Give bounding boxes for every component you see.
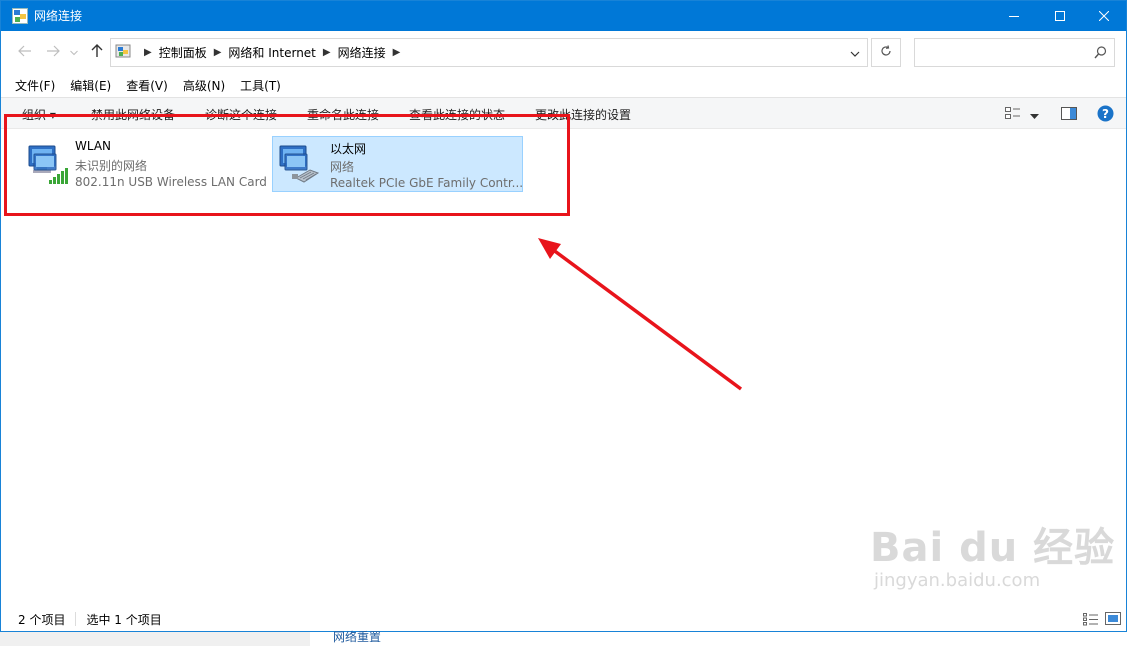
menu-advanced[interactable]: 高级(N) bbox=[179, 77, 229, 94]
maximize-icon bbox=[1055, 11, 1065, 21]
navigation-row: ▶ 控制面板 ▶ 网络和 Internet ▶ 网络连接 ▶ bbox=[1, 31, 1126, 73]
view-options-icon[interactable] bbox=[1005, 107, 1021, 124]
svg-text:?: ? bbox=[1102, 107, 1109, 121]
network-reset-link[interactable]: 网络重置 bbox=[333, 628, 381, 645]
refresh-icon bbox=[880, 45, 892, 60]
search-input[interactable] bbox=[914, 38, 1115, 67]
annotation-highlight-box bbox=[4, 114, 570, 216]
baidu-watermark: Bai du 经验 jingyan.baidu.com bbox=[870, 526, 1115, 592]
watermark-sub: jingyan.baidu.com bbox=[874, 570, 1041, 591]
breadcrumb-control-panel[interactable]: 控制面板 bbox=[159, 44, 207, 61]
control-panel-icon bbox=[115, 44, 131, 60]
title-bar: 网络连接 bbox=[1, 1, 1126, 31]
search-icon bbox=[1094, 46, 1107, 62]
arrow-left-icon bbox=[18, 45, 32, 60]
breadcrumb: ▶ 控制面板 ▶ 网络和 Internet ▶ 网络连接 ▶ bbox=[137, 39, 407, 66]
chevron-right-icon[interactable]: ▶ bbox=[214, 47, 222, 58]
chevron-down-icon bbox=[70, 45, 78, 59]
watermark-main: Bai du 经验 bbox=[870, 525, 1116, 571]
address-bar[interactable]: ▶ 控制面板 ▶ 网络和 Internet ▶ 网络连接 ▶ bbox=[110, 38, 868, 67]
background-strip bbox=[0, 632, 310, 646]
item-count: 2 个项目 bbox=[18, 612, 66, 627]
back-button[interactable] bbox=[16, 43, 34, 61]
breadcrumb-network-connections[interactable]: 网络连接 bbox=[338, 44, 386, 61]
large-icons-view-icon[interactable] bbox=[1105, 612, 1121, 629]
arrow-up-icon bbox=[91, 43, 103, 61]
arrow-right-icon bbox=[46, 45, 60, 60]
chevron-down-icon bbox=[850, 46, 860, 60]
status-bar: 2 个项目 选中 1 个项目 bbox=[1, 607, 1126, 631]
menu-bar: 文件(F) 编辑(E) 查看(V) 高级(N) 工具(T) bbox=[1, 73, 1126, 97]
network-connections-icon bbox=[12, 8, 28, 24]
close-button[interactable] bbox=[1081, 1, 1127, 31]
menu-edit[interactable]: 编辑(E) bbox=[66, 77, 115, 94]
forward-button[interactable] bbox=[44, 43, 62, 61]
chevron-right-icon: ▶ bbox=[144, 47, 152, 58]
details-view-icon[interactable] bbox=[1083, 613, 1099, 629]
up-button[interactable] bbox=[88, 43, 106, 61]
preview-pane-icon[interactable] bbox=[1061, 107, 1077, 124]
help-icon[interactable]: ? bbox=[1097, 105, 1114, 125]
minimize-button[interactable] bbox=[991, 1, 1037, 31]
menu-file[interactable]: 文件(F) bbox=[11, 77, 59, 94]
minimize-icon bbox=[1009, 11, 1019, 21]
selected-count: 选中 1 个项目 bbox=[86, 612, 162, 627]
menu-tools[interactable]: 工具(T) bbox=[236, 77, 285, 94]
window-title: 网络连接 bbox=[34, 9, 83, 23]
recent-locations-button[interactable] bbox=[68, 43, 80, 61]
status-divider bbox=[75, 612, 77, 626]
chevron-down-icon[interactable] bbox=[1030, 109, 1039, 123]
maximize-button[interactable] bbox=[1037, 1, 1083, 31]
address-history-button[interactable] bbox=[843, 39, 867, 66]
breadcrumb-network-internet[interactable]: 网络和 Internet bbox=[228, 44, 315, 61]
chevron-right-icon[interactable]: ▶ bbox=[393, 47, 401, 58]
menu-view[interactable]: 查看(V) bbox=[122, 77, 172, 94]
chevron-right-icon[interactable]: ▶ bbox=[323, 47, 331, 58]
refresh-button[interactable] bbox=[871, 38, 901, 67]
close-icon bbox=[1099, 11, 1109, 21]
